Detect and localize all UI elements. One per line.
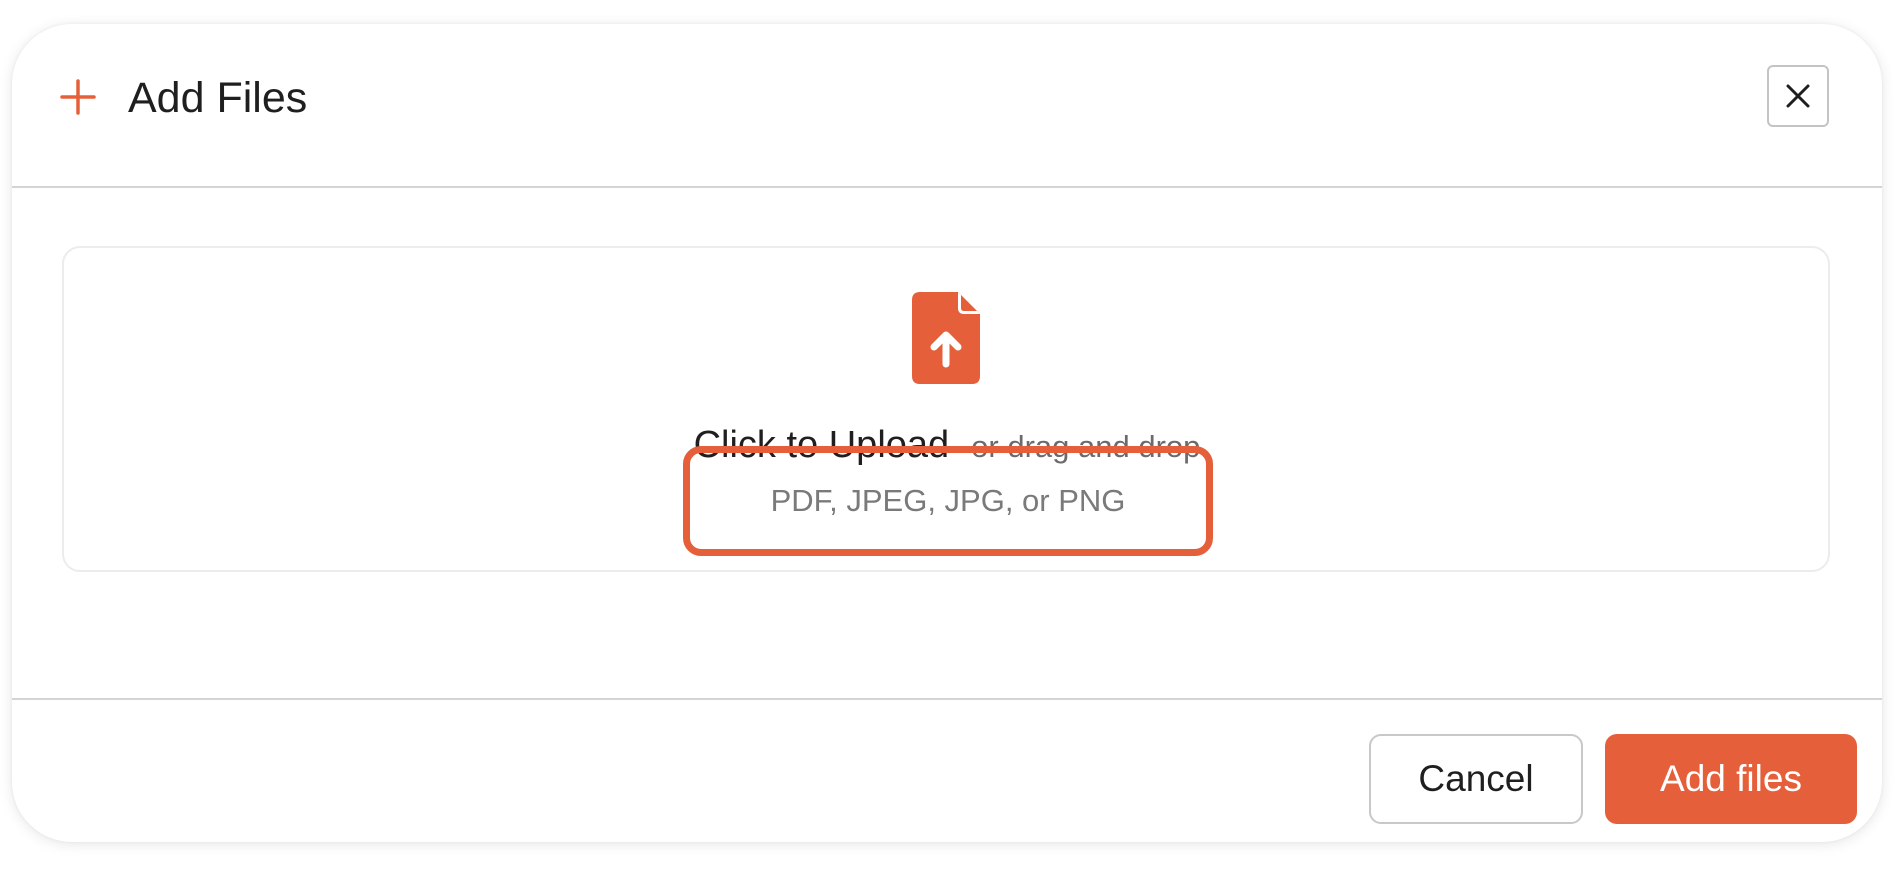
dialog-header: Add Files [12, 24, 1882, 188]
close-button[interactable] [1767, 65, 1829, 127]
cancel-button[interactable]: Cancel [1369, 734, 1583, 824]
footer-divider [12, 698, 1882, 700]
dialog-title: Add Files [128, 74, 308, 122]
plus-icon [60, 79, 96, 115]
add-files-dialog: Add Files Click to Upload or drag and dro… [12, 24, 1882, 842]
file-upload-icon[interactable] [912, 292, 980, 384]
accepted-formats-highlight: PDF, JPEG, JPG, or PNG [683, 446, 1213, 556]
accepted-formats-text: PDF, JPEG, JPG, or PNG [770, 483, 1126, 518]
close-icon [1785, 83, 1811, 109]
add-files-button[interactable]: Add files [1605, 734, 1857, 824]
